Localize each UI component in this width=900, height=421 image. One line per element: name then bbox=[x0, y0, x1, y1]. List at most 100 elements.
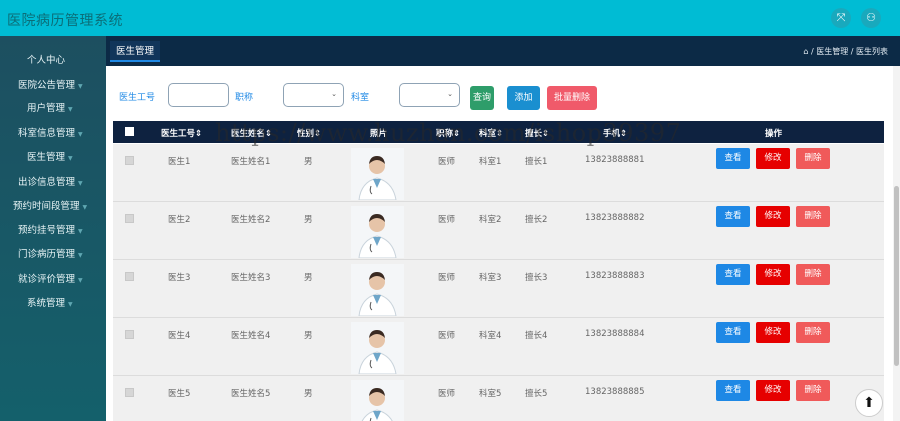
sidebar-item-medical-records[interactable]: 门诊病历管理 ▼ bbox=[18, 246, 83, 260]
chevron-down-icon: ▼ bbox=[78, 277, 83, 284]
cell-phone: 13823888881 bbox=[585, 155, 645, 165]
doctor-photo bbox=[351, 148, 404, 200]
cell-phone: 13823888883 bbox=[585, 271, 645, 281]
header-doctor-id[interactable]: 医生工号⇕ bbox=[161, 127, 202, 139]
sidebar-item-label: 预约时间段管理 bbox=[13, 201, 80, 212]
sidebar-item-announcements[interactable]: 医院公告管理 ▼ bbox=[18, 77, 83, 91]
add-button[interactable]: 添加 bbox=[507, 86, 540, 110]
header-actions: 操作 bbox=[765, 129, 783, 139]
cell-gender: 男 bbox=[304, 273, 313, 283]
user-icon[interactable]: ⚇ bbox=[861, 8, 881, 28]
cell-doctor-id: 医生1 bbox=[168, 157, 191, 167]
cell-title: 医师 bbox=[438, 157, 456, 167]
doctor-photo-cell bbox=[351, 322, 404, 374]
title-select[interactable]: ⌄ bbox=[283, 83, 344, 107]
doctor-id-input[interactable] bbox=[168, 83, 229, 107]
sidebar-item-label: 系统管理 bbox=[27, 298, 66, 309]
cell-specialty: 擅长1 bbox=[525, 157, 548, 167]
chevron-down-icon: ⌄ bbox=[331, 90, 337, 98]
cell-doctor-name: 医生姓名2 bbox=[231, 215, 271, 225]
cell-doctor-id: 医生5 bbox=[168, 389, 191, 399]
sidebar-item-departments[interactable]: 科室信息管理 ▼ bbox=[18, 125, 83, 139]
sidebar-item-label: 出诊信息管理 bbox=[18, 177, 76, 188]
table-row: 医生4 医生姓名4 男 医师 科室4 擅长4 13823888884 查看 修改 删除 bbox=[113, 318, 884, 376]
cell-dept: 科室1 bbox=[479, 157, 502, 167]
dept-select[interactable]: ⌄ bbox=[399, 83, 460, 107]
delete-button[interactable]: 删除 bbox=[796, 322, 830, 343]
sidebar-item-visits[interactable]: 出诊信息管理 ▼ bbox=[18, 174, 83, 188]
cell-specialty: 擅长2 bbox=[525, 215, 548, 225]
cell-doctor-id: 医生2 bbox=[168, 215, 191, 225]
delete-button[interactable]: 删除 bbox=[796, 148, 830, 169]
row-checkbox[interactable] bbox=[125, 214, 134, 223]
cell-title: 医师 bbox=[438, 215, 456, 225]
view-button[interactable]: 查看 bbox=[716, 206, 750, 227]
doctor-id-label: 医生工号 bbox=[119, 93, 156, 103]
tab-doctor-management[interactable]: 医生管理 bbox=[110, 41, 161, 62]
delete-button[interactable]: 删除 bbox=[796, 380, 830, 401]
scrollbar-thumb[interactable] bbox=[894, 186, 899, 366]
sidebar: 个人中心 医院公告管理 ▼ 用户管理 ▼ 科室信息管理 ▼ 医生管理 ▼ 出诊信息管理 ▼… bbox=[0, 36, 106, 421]
doctor-photo bbox=[351, 322, 404, 374]
top-header: 医院病历管理系统 ⤧ ⚇ bbox=[0, 0, 900, 36]
doctor-photo bbox=[351, 380, 404, 421]
cell-title: 医师 bbox=[438, 331, 456, 341]
sidebar-item-label: 医生管理 bbox=[27, 152, 66, 163]
back-to-top-button[interactable]: ⬆ bbox=[855, 389, 883, 417]
cell-title: 医师 bbox=[438, 389, 456, 399]
edit-button[interactable]: 修改 bbox=[756, 148, 790, 169]
app-title: 医院病历管理系统 bbox=[7, 13, 123, 29]
batch-delete-button[interactable]: 批量删除 bbox=[547, 86, 597, 110]
delete-button[interactable]: 删除 bbox=[796, 206, 830, 227]
cell-specialty: 擅长4 bbox=[525, 331, 548, 341]
breadcrumb: ⌂ / 医生管理 / 医生列表 bbox=[803, 46, 888, 57]
sidebar-item-reviews[interactable]: 就诊评价管理 ▼ bbox=[18, 271, 83, 285]
cell-specialty: 擅长3 bbox=[525, 273, 548, 283]
chevron-down-icon: ▼ bbox=[78, 228, 83, 235]
table-row: 医生5 医生姓名5 男 医师 科室5 擅长5 13823888885 查看 修改 删除 bbox=[113, 376, 884, 421]
edit-button[interactable]: 修改 bbox=[756, 380, 790, 401]
chevron-down-icon: ▼ bbox=[82, 204, 88, 211]
edit-button[interactable]: 修改 bbox=[756, 206, 790, 227]
cell-phone: 13823888884 bbox=[585, 329, 645, 339]
chevron-down-icon: ▼ bbox=[68, 106, 73, 113]
row-checkbox[interactable] bbox=[125, 272, 134, 281]
arrow-up-icon: ⬆ bbox=[863, 395, 875, 411]
view-button[interactable]: 查看 bbox=[716, 380, 750, 401]
delete-button[interactable]: 删除 bbox=[796, 264, 830, 285]
page-scrollbar[interactable] bbox=[893, 66, 900, 421]
sidebar-item-doctors[interactable]: 医生管理 ▼ bbox=[27, 149, 73, 163]
chevron-down-icon: ▼ bbox=[78, 180, 83, 187]
sidebar-item-registrations[interactable]: 预约挂号管理 ▼ bbox=[18, 222, 83, 236]
cell-phone: 13823888885 bbox=[585, 387, 645, 397]
select-all-checkbox[interactable] bbox=[125, 127, 134, 136]
edit-button[interactable]: 修改 bbox=[756, 264, 790, 285]
sidebar-item-users[interactable]: 用户管理 ▼ bbox=[27, 100, 73, 114]
sidebar-item-label: 就诊评价管理 bbox=[18, 274, 76, 285]
sidebar-item-time-slots[interactable]: 预约时间段管理 ▼ bbox=[13, 198, 87, 212]
sidebar-item-system[interactable]: 系统管理 ▼ bbox=[27, 295, 73, 309]
cell-doctor-name: 医生姓名5 bbox=[231, 389, 271, 399]
row-checkbox[interactable] bbox=[125, 388, 134, 397]
cell-doctor-name: 医生姓名4 bbox=[231, 331, 271, 341]
row-checkbox[interactable] bbox=[125, 330, 134, 339]
edit-button[interactable]: 修改 bbox=[756, 322, 790, 343]
cell-doctor-name: 医生姓名1 bbox=[231, 157, 271, 167]
view-button[interactable]: 查看 bbox=[716, 322, 750, 343]
doctor-photo-cell bbox=[351, 206, 404, 258]
sidebar-item-label: 用户管理 bbox=[27, 103, 66, 114]
table-row: 医生1 医生姓名1 男 医师 科室1 擅长1 13823888881 查看 修改 删除 bbox=[113, 144, 884, 202]
query-button[interactable]: 查询 bbox=[470, 86, 494, 110]
cell-dept: 科室2 bbox=[479, 215, 502, 225]
fullscreen-icon[interactable]: ⤧ bbox=[831, 8, 851, 28]
view-button[interactable]: 查看 bbox=[716, 264, 750, 285]
tabs-bar: 医生管理 ⌂ / 医生管理 / 医生列表 bbox=[106, 36, 900, 66]
home-icon[interactable]: ⌂ bbox=[803, 47, 808, 56]
row-checkbox[interactable] bbox=[125, 156, 134, 165]
view-button[interactable]: 查看 bbox=[716, 148, 750, 169]
doctor-photo bbox=[351, 264, 404, 316]
sidebar-item-personal-center[interactable]: 个人中心 bbox=[27, 52, 65, 66]
chevron-down-icon: ▼ bbox=[78, 83, 83, 90]
doctor-photo-cell bbox=[351, 148, 404, 200]
doctor-table: 医生工号⇕ 医生姓名⇕ 性别⇕ 照片 职称⇕ 科室⇕ 擅长⇕ 手机⇕ 操作 医生… bbox=[113, 121, 884, 421]
